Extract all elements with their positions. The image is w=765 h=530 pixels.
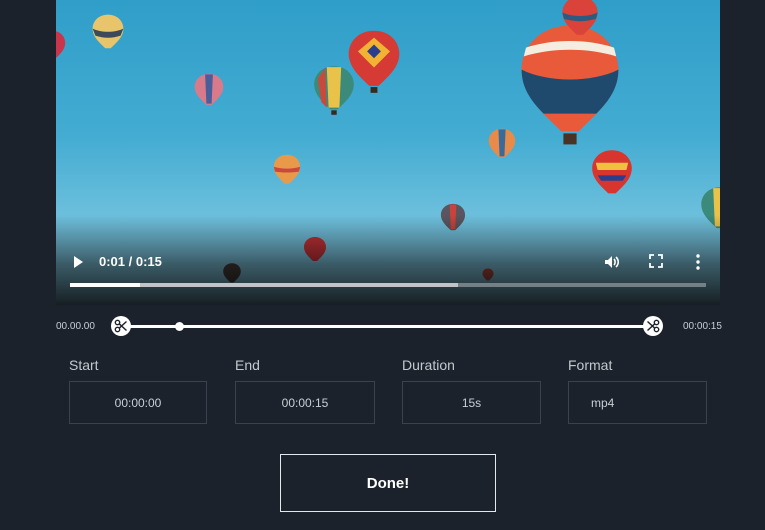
trim-track[interactable] (121, 325, 653, 328)
fullscreen-icon (649, 254, 663, 268)
scissors-icon (114, 319, 127, 333)
balloon (92, 14, 124, 49)
volume-button[interactable] (603, 253, 621, 271)
end-time-field[interactable]: 00:00:15 (235, 381, 375, 424)
trim-playhead[interactable] (175, 322, 185, 331)
format-select[interactable]: mp4 (568, 381, 707, 424)
trim-start-handle[interactable] (111, 316, 131, 336)
balloon (56, 31, 66, 59)
video-progress-bar[interactable] (70, 283, 706, 287)
balloon (273, 154, 301, 184)
balloon (314, 66, 354, 115)
duration-field: 15s (402, 381, 541, 424)
more-vertical-icon (696, 254, 700, 270)
play-icon (74, 256, 83, 268)
video-player[interactable]: 0:01 / 0:15 (56, 0, 720, 305)
time-display: 0:01 / 0:15 (99, 254, 162, 269)
scissors-icon (647, 319, 660, 333)
played-bar (70, 283, 140, 287)
done-button[interactable]: Done! (280, 454, 496, 512)
volume-icon (605, 256, 620, 268)
duration-label: Duration (402, 357, 455, 373)
balloon (488, 128, 516, 158)
balloon (348, 30, 400, 93)
trim-end-handle[interactable] (643, 316, 663, 336)
more-options-button[interactable] (690, 253, 706, 271)
trim-end-time: 00:00:15 (683, 321, 722, 332)
trim-start-time: 00.00.00 (56, 321, 95, 332)
player-controls: 0:01 / 0:15 (56, 248, 720, 276)
format-label: Format (568, 357, 613, 373)
play-button[interactable] (70, 254, 86, 270)
start-label: Start (69, 357, 99, 373)
balloon (194, 73, 224, 105)
fullscreen-button[interactable] (648, 253, 664, 269)
start-time-field[interactable]: 00:00:00 (69, 381, 207, 424)
end-label: End (235, 357, 260, 373)
balloon (521, 25, 619, 145)
balloon (592, 150, 632, 194)
